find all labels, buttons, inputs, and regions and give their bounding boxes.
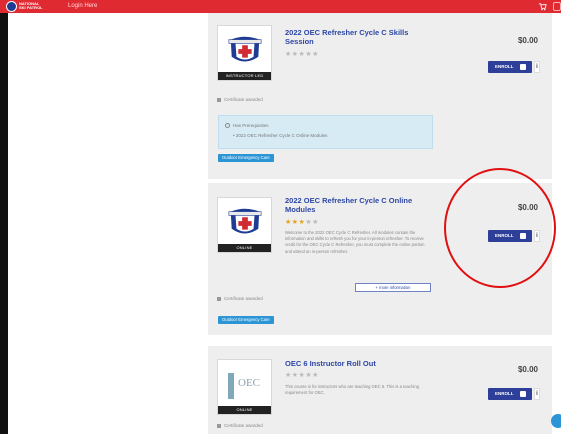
- site-logo[interactable]: NATIONAL SKI PATROL: [6, 1, 43, 12]
- menu-icon[interactable]: [553, 2, 561, 11]
- more-information-button[interactable]: + more information: [355, 283, 431, 292]
- info-button[interactable]: i: [534, 388, 540, 400]
- left-window-edge: [0, 13, 8, 434]
- certificate-label: Certificate awarded: [224, 423, 263, 428]
- prerequisite-header-label: Has Prerequisites: [233, 123, 269, 128]
- certificate-label: Certificate awarded: [224, 97, 263, 102]
- course-thumbnail[interactable]: ONLINE: [217, 197, 272, 253]
- cart-icon[interactable]: [538, 2, 547, 11]
- star-rating: ★★★★★: [285, 372, 319, 380]
- category-tag[interactable]: Outdoor Emergency Care: [218, 316, 274, 324]
- certificate-icon: [217, 296, 221, 301]
- prerequisite-link[interactable]: • 2022 OEC Refresher Cycle C Online Modu…: [233, 133, 327, 138]
- course-thumbnail[interactable]: INSTRUCTOR LED: [217, 25, 272, 81]
- cart-icon: [520, 64, 526, 70]
- course-price: $0.00: [517, 365, 538, 374]
- star-icon: ★★★★★: [285, 51, 319, 58]
- star-rating: ★★★★★: [285, 219, 319, 227]
- highlight-circle-annotation: [444, 168, 556, 288]
- certificate-label: Certificate awarded: [224, 296, 263, 301]
- delivery-badge: ONLINE: [218, 406, 271, 414]
- course-description: This course is for instructors who are t…: [285, 384, 419, 396]
- category-tag[interactable]: Outdoor Emergency Care: [218, 154, 274, 162]
- info-button[interactable]: i: [534, 61, 540, 73]
- enroll-button[interactable]: ENROLL: [488, 61, 532, 73]
- certificate-note: Certificate awarded: [217, 296, 263, 301]
- delivery-badge: INSTRUCTOR LED: [218, 72, 271, 80]
- cart-icon: [520, 391, 526, 397]
- course-title[interactable]: 2022 OEC Refresher Cycle C Online Module…: [285, 196, 435, 214]
- course-title[interactable]: OEC 6 Instructor Roll Out: [285, 359, 435, 368]
- course-price: $0.00: [517, 36, 538, 45]
- star-icon: ★★★: [285, 219, 306, 226]
- oec-crest-icon: [228, 36, 262, 62]
- prerequisite-item-label: 2022 OEC Refresher Cycle C Online Module…: [235, 133, 328, 138]
- enroll-button[interactable]: ENROLL: [488, 388, 532, 400]
- oec-logo-text: OEC: [238, 377, 260, 389]
- certificate-note: Certificate awarded: [217, 423, 263, 428]
- logo-cross-icon: [6, 1, 17, 12]
- certificate-icon: [217, 423, 221, 428]
- star-rating: ★★★★★: [285, 51, 319, 59]
- certificate-icon: [217, 97, 221, 102]
- enroll-label: ENROLL: [495, 64, 514, 69]
- certificate-note: Certificate awarded: [217, 97, 263, 102]
- course-card: OEC ONLINE OEC 6 Instructor Roll Out ★★★…: [208, 346, 552, 434]
- star-icon: ★★: [305, 219, 319, 226]
- logo-text: NATIONAL SKI PATROL: [19, 1, 43, 10]
- enroll-label: ENROLL: [495, 391, 514, 396]
- logo-bar-icon: [228, 373, 234, 399]
- oec-logo: OEC: [226, 369, 266, 403]
- prerequisite-box: Has Prerequisites • 2022 OEC Refresher C…: [218, 115, 433, 149]
- delivery-badge: ONLINE: [218, 244, 271, 252]
- chat-icon[interactable]: [551, 414, 561, 428]
- course-description: Welcome to the 2022 OEC Cycle C Refreshe…: [285, 230, 425, 254]
- course-title[interactable]: 2022 OEC Refresher Cycle C Skills Sessio…: [285, 28, 435, 46]
- course-thumbnail[interactable]: OEC ONLINE: [217, 359, 272, 415]
- login-link[interactable]: Login Here: [68, 3, 97, 9]
- star-icon: ★★★★★: [285, 372, 319, 379]
- oec-crest-icon: [228, 208, 262, 234]
- clock-icon: [225, 123, 230, 129]
- top-navigation-bar: NATIONAL SKI PATROL Login Here: [0, 0, 561, 13]
- prerequisite-header: Has Prerequisites: [225, 123, 269, 129]
- course-card: INSTRUCTOR LED 2022 OEC Refresher Cycle …: [208, 13, 552, 179]
